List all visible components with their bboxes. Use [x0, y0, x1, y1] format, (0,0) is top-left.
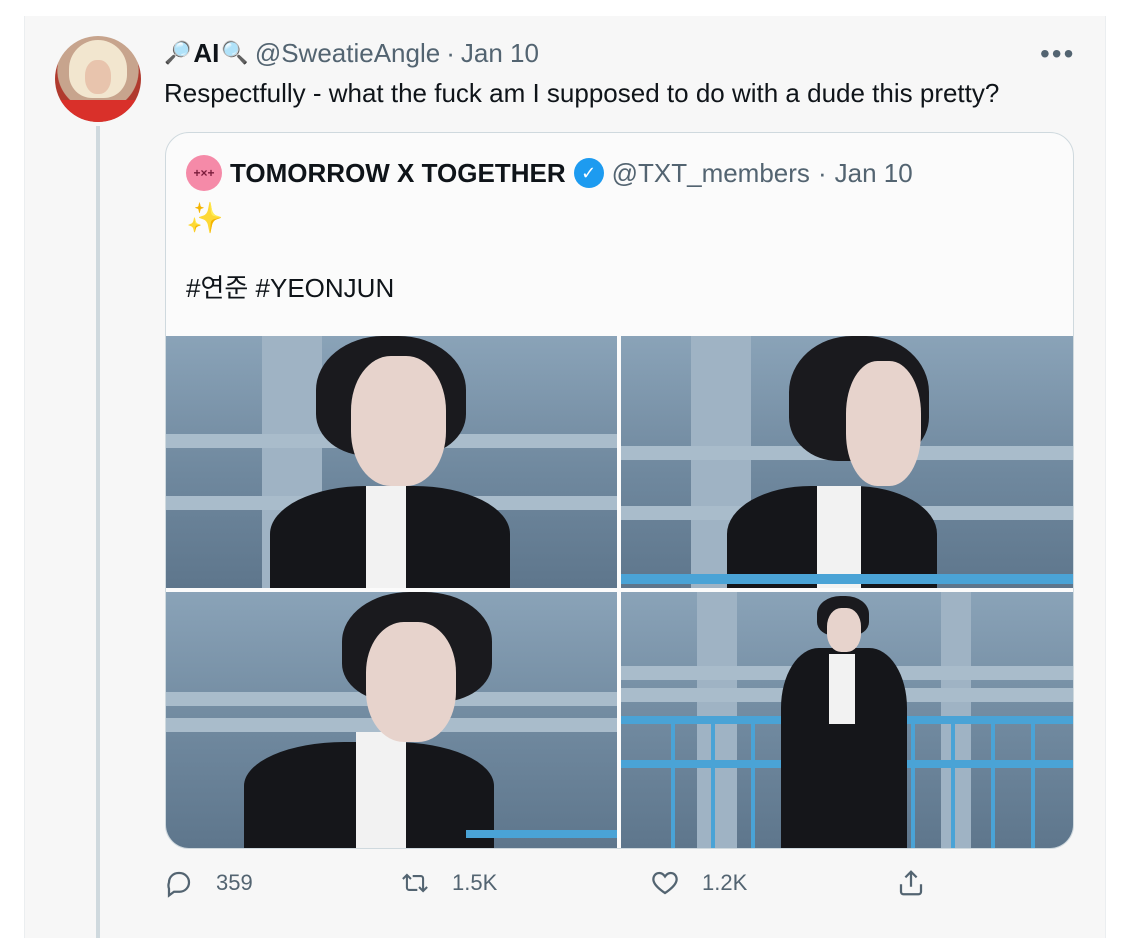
quoted-display-name[interactable]: TOMORROW X TOGETHER: [230, 156, 566, 190]
share-button[interactable]: [896, 868, 926, 898]
sparkles-emoji: ✨: [186, 202, 224, 235]
tweet-date[interactable]: Jan 10: [461, 36, 539, 70]
magnifying-glass-icon: 🔎: [164, 40, 192, 65]
hashtags[interactable]: #연준 #YEONJUN: [186, 273, 394, 303]
reply-button[interactable]: 359: [164, 868, 253, 898]
tweet-header: 🔎 AI 🔍 @SweatieAngle · Jan 10: [164, 36, 539, 70]
magnifying-glass-icon: 🔍: [221, 40, 249, 65]
display-name[interactable]: 🔎 AI 🔍: [164, 36, 249, 70]
quoted-handle[interactable]: @TXT_members: [612, 156, 810, 190]
photo-3[interactable]: [166, 592, 617, 848]
like-button[interactable]: 1.2K: [650, 868, 747, 898]
like-count: 1.2K: [702, 870, 748, 895]
tweet-actions: 359 1.5K 1.2K: [164, 868, 924, 908]
quoted-tweet[interactable]: +×+ TOMORROW X TOGETHER ✓ @TXT_members ·…: [165, 132, 1074, 849]
quoted-hashtags: #연준 #YEONJUN: [186, 271, 394, 305]
photo-4[interactable]: [621, 592, 1073, 848]
photo-grid: [166, 336, 1073, 848]
separator: ·: [446, 38, 455, 68]
retweet-count: 1.5K: [452, 870, 498, 895]
separator: ·: [817, 158, 827, 188]
verified-badge-icon: ✓: [573, 158, 604, 188]
share-icon: [896, 868, 926, 898]
quoted-tweet-header: +×+ TOMORROW X TOGETHER ✓ @TXT_members ·…: [186, 155, 913, 191]
more-horizontal-icon[interactable]: •••: [1040, 38, 1075, 70]
user-handle[interactable]: @SweatieAngle: [255, 36, 440, 70]
quoted-date[interactable]: Jan 10: [835, 156, 913, 190]
retweet-button[interactable]: 1.5K: [400, 868, 497, 898]
photo-2[interactable]: [621, 336, 1073, 588]
quoted-avatar[interactable]: +×+: [186, 155, 222, 191]
avatar[interactable]: [55, 36, 141, 122]
reply-count: 359: [216, 870, 253, 895]
photo-1[interactable]: [166, 336, 617, 588]
tweet-text: Respectfully - what the fuck am I suppos…: [164, 78, 1000, 108]
retweet-icon: [400, 868, 430, 898]
thread-line: [96, 126, 100, 938]
like-icon: [650, 868, 680, 898]
reply-icon: [164, 868, 194, 898]
